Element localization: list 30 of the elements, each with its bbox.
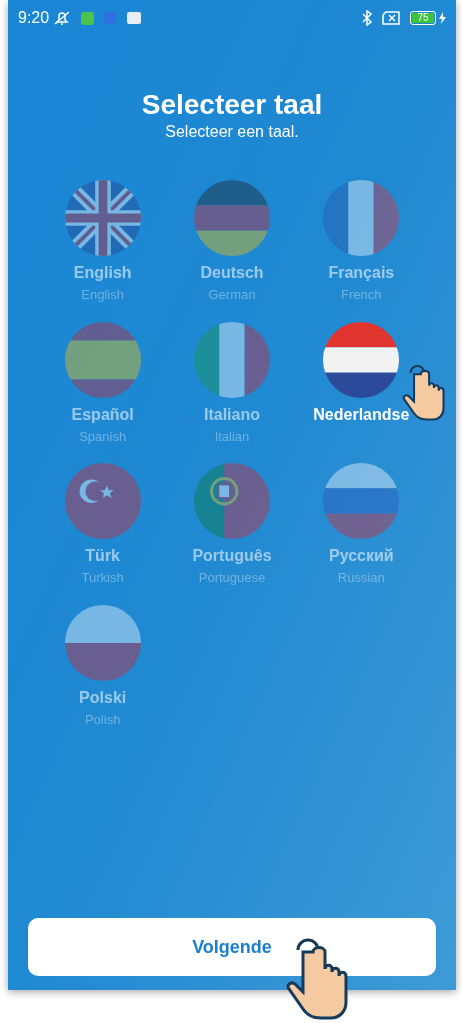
language-name[interactable]: Español xyxy=(71,402,134,427)
language-name[interactable]: Polski xyxy=(79,685,127,710)
language-name[interactable]: Italiano xyxy=(204,402,260,427)
bluetooth-icon xyxy=(362,10,372,26)
language-english-name: German xyxy=(208,286,256,304)
language-name[interactable]: Русский xyxy=(329,544,394,568)
language-english-name: Polish xyxy=(84,710,121,729)
flag-icon[interactable] xyxy=(322,320,401,399)
shield-icon xyxy=(104,10,118,26)
page-title: Selecteer taal xyxy=(140,88,324,122)
language-name[interactable]: Français xyxy=(328,261,395,285)
language-english-name: Turkish xyxy=(81,569,124,587)
page-subtitle: Selecteer een taal. xyxy=(164,122,300,142)
charging-icon xyxy=(439,12,446,24)
language-name[interactable]: English xyxy=(73,261,132,285)
next-button[interactable]: Volgende xyxy=(28,918,436,976)
language-name[interactable]: Português xyxy=(192,544,272,568)
language-english-name: Portuguese xyxy=(198,569,266,587)
muted-bell-icon xyxy=(53,10,72,26)
language-english-name: Spanish xyxy=(79,427,127,446)
no-sim-icon xyxy=(382,11,400,25)
status-time: 9:20 xyxy=(18,8,50,28)
language-name[interactable]: Nederlandse xyxy=(313,402,410,427)
language-name[interactable]: Deutsch xyxy=(200,261,264,285)
language-name[interactable]: Türk xyxy=(85,544,120,568)
language-english-name: Russian xyxy=(337,569,385,587)
language-english-name: Italian xyxy=(214,427,250,446)
language-english-name: English xyxy=(81,286,124,304)
battery-indicator: 75 xyxy=(410,11,436,25)
language-english-name: French xyxy=(341,286,382,304)
